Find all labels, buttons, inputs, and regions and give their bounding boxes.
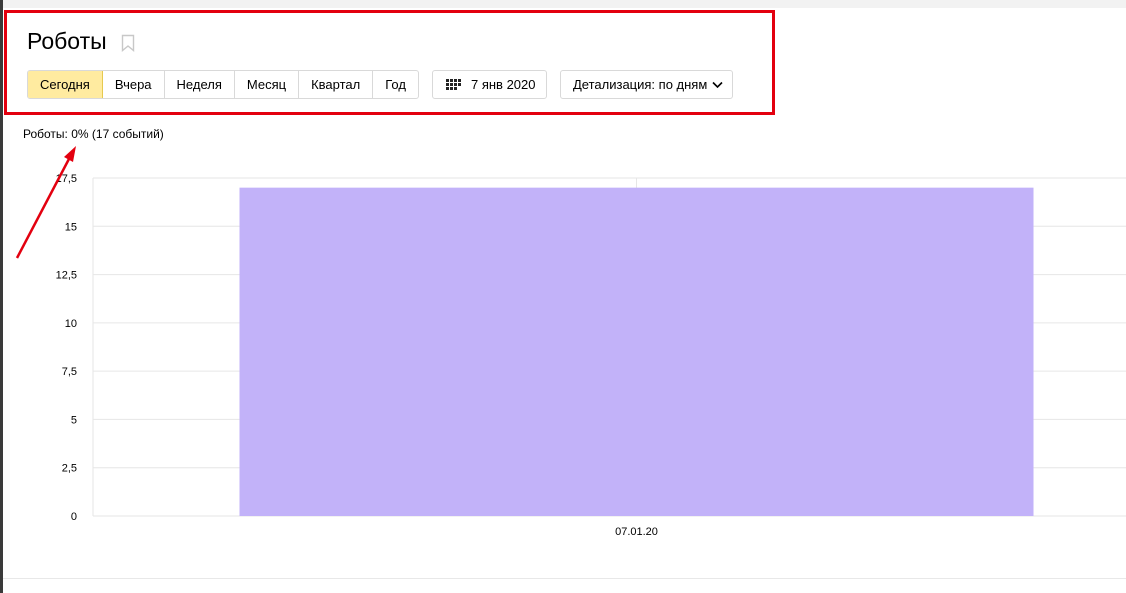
bar bbox=[239, 187, 1034, 516]
y-tick-label: 0 bbox=[71, 511, 77, 523]
chart: 0 2,5 5 7,5 10 12,5 15 17,5 07.01.20 bbox=[56, 173, 1126, 538]
y-tick-label: 5 bbox=[71, 414, 77, 426]
y-tick-label: 12,5 bbox=[56, 270, 77, 282]
y-tick-label: 7,5 bbox=[62, 366, 77, 378]
y-tick-label: 10 bbox=[65, 318, 77, 330]
x-tick-label: 07.01.20 bbox=[615, 526, 658, 538]
y-tick-label: 17,5 bbox=[56, 173, 77, 185]
bottom-divider bbox=[3, 578, 1126, 579]
y-tick-label: 2,5 bbox=[62, 463, 77, 475]
y-tick-label: 15 bbox=[65, 221, 77, 233]
